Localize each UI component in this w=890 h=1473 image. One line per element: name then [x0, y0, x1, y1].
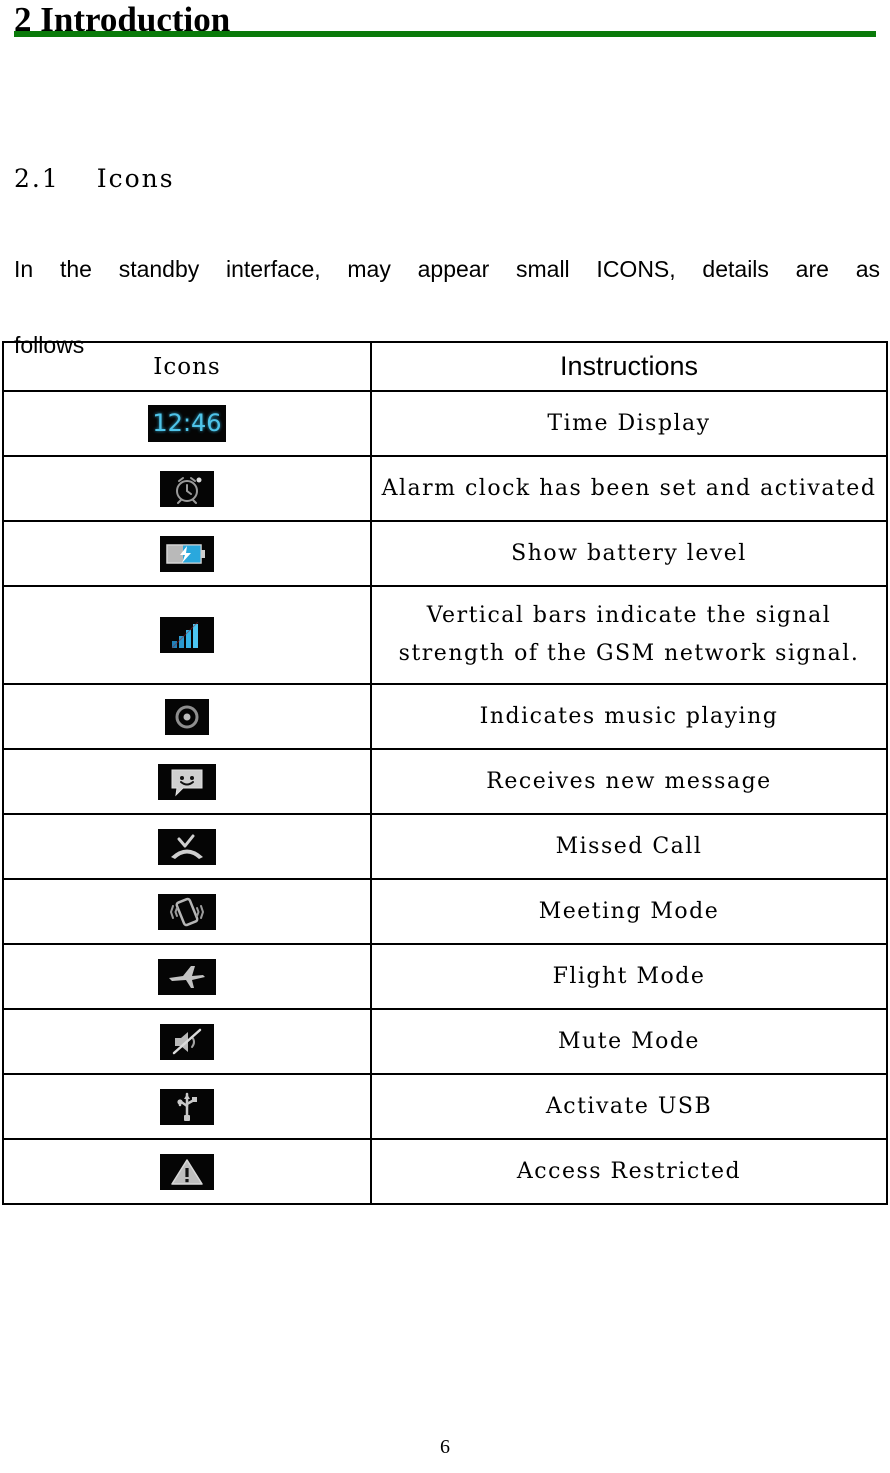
instruction-cell: Flight Mode	[370, 943, 888, 1010]
battery-charging-icon	[160, 535, 214, 572]
intro-paragraph-line-1: In the standby interface, may appear sma…	[14, 256, 880, 282]
table-row: Indicates music playing	[2, 683, 888, 750]
table-row: Alarm clock has been set and activated	[2, 455, 888, 522]
heading-divider-rule	[14, 31, 876, 37]
meeting-mode-icon	[158, 893, 216, 930]
table-row: Flight Mode	[2, 943, 888, 1010]
instruction-text: Flight Mode	[552, 963, 706, 989]
signal-strength-icon	[160, 617, 214, 653]
instruction-cell: Time Display	[370, 390, 888, 457]
instruction-cell: Indicates music playing	[370, 683, 888, 750]
table-row: Receives new message	[2, 748, 888, 815]
table-row: 12:46 Time Display	[2, 390, 888, 457]
instruction-cell: Alarm clock has been set and activated	[370, 455, 888, 522]
column-header-instructions: Instructions	[370, 341, 888, 392]
icon-cell	[2, 683, 372, 750]
instruction-cell: Meeting Mode	[370, 878, 888, 945]
icon-cell	[2, 520, 372, 587]
new-message-icon	[158, 763, 216, 800]
music-playing-icon	[165, 698, 209, 735]
instruction-text: Indicates music playing	[479, 703, 779, 729]
instruction-cell: Missed Call	[370, 813, 888, 880]
instruction-text: Missed Call	[555, 833, 703, 859]
instruction-text: Mute Mode	[558, 1028, 700, 1054]
alarm-clock-icon	[160, 470, 214, 507]
instruction-cell: Receives new message	[370, 748, 888, 815]
table-row: Mute Mode	[2, 1008, 888, 1075]
column-header-icons: Icons	[2, 341, 372, 392]
icon-cell	[2, 748, 372, 815]
table-header-row: Icons Instructions	[2, 341, 888, 392]
instruction-text: Meeting Mode	[538, 898, 720, 924]
mute-mode-icon	[160, 1023, 214, 1060]
instruction-text: Receives new message	[486, 768, 772, 794]
usb-icon	[160, 1088, 214, 1125]
section-title: 2.1 Icons	[14, 164, 175, 193]
instruction-cell: Activate USB	[370, 1073, 888, 1140]
table-row: Missed Call	[2, 813, 888, 880]
icon-cell	[2, 585, 372, 685]
table-row: Show battery level	[2, 520, 888, 587]
icon-cell	[2, 1008, 372, 1075]
instruction-cell: Show battery level	[370, 520, 888, 587]
table-row: Vertical bars indicate the signal strengt…	[2, 585, 888, 685]
icon-cell	[2, 813, 372, 880]
instruction-text-line-2: strength of the GSM network signal.	[398, 641, 860, 666]
time-display-icon: 12:46	[148, 405, 226, 442]
icon-cell	[2, 1073, 372, 1140]
icon-cell	[2, 455, 372, 522]
icon-cell	[2, 878, 372, 945]
page-number: 6	[440, 1436, 450, 1458]
instruction-cell: Access Restricted	[370, 1138, 888, 1205]
instruction-text: Time Display	[547, 410, 711, 436]
missed-call-icon	[158, 828, 216, 865]
instruction-text: Vertical bars indicate the signal	[426, 603, 832, 628]
icon-cell	[2, 1138, 372, 1205]
table-row: Meeting Mode	[2, 878, 888, 945]
instruction-text: Activate USB	[545, 1093, 713, 1119]
access-restricted-icon	[160, 1153, 214, 1190]
instruction-text: Alarm clock has been set and activated	[381, 475, 877, 501]
instruction-text: Access Restricted	[516, 1158, 742, 1184]
icon-cell: 12:46	[2, 390, 372, 457]
icon-legend-table: Icons Instructions 12:46 Time Display Alar…	[2, 341, 888, 1205]
icon-cell	[2, 943, 372, 1010]
instruction-text: Show battery level	[511, 540, 747, 566]
instruction-cell: Vertical bars indicate the signal strengt…	[370, 585, 888, 685]
table-row: Access Restricted	[2, 1138, 888, 1205]
instruction-cell: Mute Mode	[370, 1008, 888, 1075]
flight-mode-icon	[158, 958, 216, 995]
table-row: Activate USB	[2, 1073, 888, 1140]
